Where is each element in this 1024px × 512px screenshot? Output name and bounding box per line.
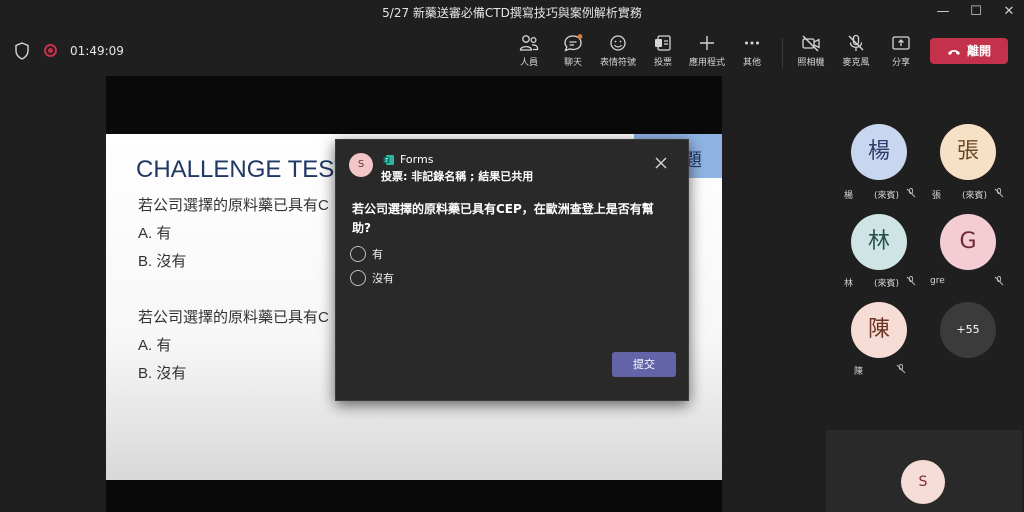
share-button[interactable]: 分享 (880, 34, 922, 74)
poll-label: 投票 (653, 58, 672, 68)
emoji-label: 表情符號 (599, 58, 636, 68)
chat-icon (564, 34, 583, 52)
people-button[interactable]: 人員 (508, 34, 550, 74)
window-title: 5/27 新藥送審必備CTD撰寫技巧與案例解析實務 (382, 6, 642, 20)
meeting-timer: 01:49:09 (70, 44, 124, 58)
hang-up-icon (947, 49, 960, 55)
slide-q1-option-b: B. 沒有 (138, 253, 187, 270)
mic-off-icon (994, 188, 1004, 198)
participant-avatar[interactable]: 陳 (851, 302, 907, 358)
camera-off-icon (802, 35, 820, 52)
poll-icon (655, 35, 671, 51)
participant-name: 張 (932, 191, 942, 201)
mic-off-icon (906, 188, 916, 198)
microphone-label: 麥克風 (842, 58, 870, 68)
poll-option-no[interactable]: 沒有 (350, 270, 394, 288)
more-participants-badge[interactable]: +55 (940, 302, 996, 358)
minimize-button[interactable]: — (928, 2, 958, 22)
people-icon (519, 35, 539, 51)
participant-role: (來賓) (874, 191, 900, 201)
shield-icon (14, 42, 30, 64)
add-app-icon (700, 36, 714, 50)
title-bar: 5/27 新藥送審必備CTD撰寫技巧與案例解析實務 — ☐ ✕ (0, 0, 1024, 24)
participant-avatar[interactable]: G (940, 214, 996, 270)
leave-label: 離開 (966, 44, 991, 58)
poll-option-label: 有 (372, 248, 383, 261)
slide-title: CHALLENGE TEST (136, 156, 349, 183)
mic-off-icon (906, 276, 916, 286)
maximize-button[interactable]: ☐ (961, 2, 991, 22)
participant-name: 林 (844, 279, 854, 289)
leave-button[interactable]: 離開 (930, 38, 1008, 64)
participant-name: 楊 (844, 191, 854, 201)
share-icon (892, 36, 910, 50)
add-apps-button[interactable]: 應用程式 (686, 34, 728, 74)
forms-poll-dialog: S Forms 投票: 非記錄名稱 ; 結果已共用 若公司選擇的原料藥已具有CE… (335, 139, 689, 401)
camera-label: 照相機 (797, 58, 825, 68)
radio-button[interactable] (350, 246, 366, 262)
poll-button[interactable]: 投票 (642, 34, 684, 74)
reactions-button[interactable]: 表情符號 (597, 34, 639, 74)
slide-q2-option-a: A. 有 (138, 337, 172, 354)
slide-q2-option-b: B. 沒有 (138, 365, 187, 382)
share-label: 分享 (891, 58, 910, 68)
participant-avatar[interactable]: 張 (940, 124, 996, 180)
chat-button[interactable]: 聊天 (552, 34, 594, 74)
more-label: 其他 (742, 58, 761, 68)
sender-avatar: S (349, 153, 373, 177)
radio-button[interactable] (350, 270, 366, 286)
microphone-button[interactable]: 麥克風 (835, 34, 877, 74)
poll-option-label: 沒有 (372, 272, 394, 285)
participant-role: (來賓) (962, 191, 988, 201)
recording-icon (44, 44, 57, 57)
teams-meeting-window: 5/27 新藥送審必備CTD撰寫技巧與案例解析實務 — ☐ ✕ 01:49:09… (0, 0, 1024, 512)
poll-question: 若公司選擇的原料藥已具有CEP，在歐洲查登上是否有幫助? (352, 202, 654, 235)
close-icon[interactable] (654, 156, 668, 170)
camera-button[interactable]: 照相機 (790, 34, 832, 74)
submit-button[interactable]: 提交 (612, 352, 676, 377)
slide-q1-option-a: A. 有 (138, 225, 172, 242)
poll-option-yes[interactable]: 有 (350, 246, 383, 264)
emoji-icon (610, 35, 626, 51)
more-button[interactable]: 其他 (731, 34, 773, 74)
mic-off-icon (896, 364, 906, 374)
poll-subtitle: 投票: 非記錄名稱 ; 結果已共用 (381, 170, 534, 183)
chat-label: 聊天 (563, 58, 582, 68)
close-window-button[interactable]: ✕ (994, 2, 1024, 22)
mic-off-icon (994, 276, 1004, 286)
meeting-toolbar: 01:49:09 人員 聊天 表情符號 投票 應用程式 其他 照相機 麥克風 分… (0, 24, 1024, 76)
forms-icon (383, 155, 394, 165)
slide-question-2: 若公司選擇的原料藥已具有C (138, 309, 329, 326)
participant-avatar[interactable]: 林 (851, 214, 907, 270)
participant-name: 陳 (854, 367, 864, 377)
participant-name: gre (930, 276, 945, 286)
apps-label: 應用程式 (688, 58, 725, 68)
people-label: 人員 (519, 58, 538, 68)
self-avatar: S (901, 460, 945, 504)
more-icon (745, 41, 759, 45)
mic-off-icon (848, 34, 864, 51)
participant-role: (來賓) (874, 279, 900, 289)
participant-avatar[interactable]: 楊 (851, 124, 907, 180)
toolbar-divider (782, 38, 783, 68)
self-video-tile: S (826, 430, 1022, 512)
app-name: Forms (400, 153, 434, 166)
slide-question-1: 若公司選擇的原料藥已具有C (138, 197, 329, 214)
